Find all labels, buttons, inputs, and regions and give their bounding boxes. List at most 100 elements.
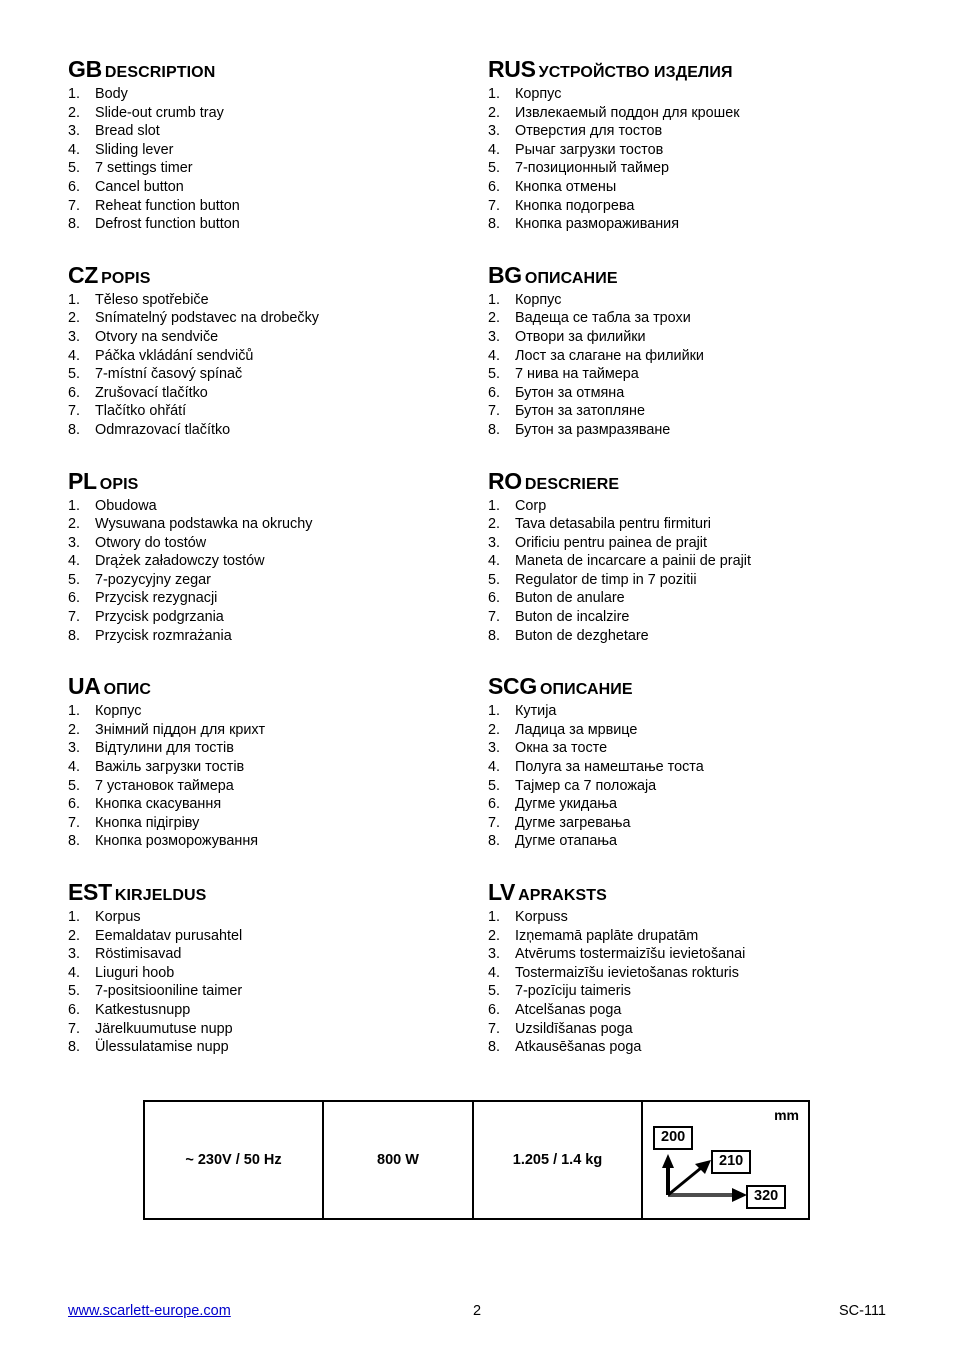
section-title: ОПИСАНИЕ	[539, 681, 633, 699]
list-item-number: 4.	[488, 141, 501, 158]
list-item: 3. Bread slot	[68, 122, 488, 141]
list-item-number: 5.	[68, 160, 81, 177]
list-item-number: 6.	[488, 178, 501, 195]
language-code: LV	[488, 879, 516, 905]
list-item-label: Snímatelný podstavec na drobečky	[95, 310, 319, 327]
list-item-label: Кнопка розморожування	[95, 833, 259, 850]
list-item-number: 5.	[488, 160, 501, 177]
parts-list: 1. Obudowa 2. Wysuwana podstawka na okruch…	[68, 497, 488, 646]
list-item-number: 4.	[488, 347, 501, 364]
list-item-number: 8.	[488, 833, 501, 850]
spec-cell-dimensions: mm 200 210 320	[643, 1102, 808, 1218]
list-item-number: 2.	[68, 310, 81, 327]
list-item-label: Полуга за намештање тоста	[515, 759, 704, 776]
list-item-number: 6.	[68, 590, 81, 607]
list-item: 8. Odmrazovací tlačítko	[68, 421, 488, 440]
list-item: 4. Sliding lever	[68, 141, 488, 160]
list-item: 1. Корпус	[68, 702, 488, 721]
list-item: 1. Body	[68, 85, 488, 104]
language-code: BG	[488, 261, 522, 288]
list-item-label: Кнопка подогрева	[515, 197, 635, 214]
list-item: 4. Рычаг загрузки тостов	[488, 141, 908, 160]
list-item-label: Ülessulatamise nupp	[95, 1039, 229, 1056]
model-number: SC-111	[838, 1303, 886, 1319]
list-item-label: Katkestusnupp	[95, 1001, 191, 1018]
list-item-number: 1.	[488, 703, 501, 720]
list-item-number: 8.	[68, 216, 81, 233]
list-item: 2. Ладица за мрвице	[488, 721, 908, 740]
list-item-number: 2.	[68, 721, 81, 738]
list-item: 6. Cancel button	[68, 178, 488, 197]
list-item-label: Obudowa	[95, 497, 157, 514]
list-item-number: 4.	[488, 964, 501, 981]
list-item-number: 7.	[488, 1020, 501, 1037]
page-number: 2	[472, 1303, 482, 1319]
list-item: 5. 7-pozīciju taimeris	[488, 982, 908, 1001]
list-item-label: 7-positsiooniline taimer	[95, 983, 243, 1000]
list-item-number: 7.	[68, 1020, 81, 1037]
list-item: 5. 7-pozycyjny zegar	[68, 571, 488, 590]
dimension-height-value: 200	[653, 1126, 694, 1150]
list-item-number: 7.	[68, 403, 81, 420]
list-item-number: 3.	[488, 946, 501, 963]
language-code: RUS	[488, 56, 536, 82]
list-item-number: 7.	[488, 197, 501, 214]
list-item: 3. Отвори за филийки	[488, 328, 908, 347]
list-item: 4. Maneta de incarcare a painii de prajit	[488, 552, 908, 571]
parts-list: 1. Кутија 2. Ладица за мрвице 3. Окна за то…	[488, 702, 908, 851]
section-heading: PL OPIS	[68, 469, 488, 493]
list-item-label: Atkausēšanas poga	[515, 1039, 642, 1056]
list-item-label: Buton de dezghetare	[515, 627, 649, 644]
list-item-label: Дугме загревања	[515, 814, 631, 831]
list-item-label: Reheat function button	[95, 197, 240, 214]
list-item-label: Tlačítko ohřátí	[95, 403, 187, 420]
language-section-lv: LV APRAKSTS 1. Korpuss 2. Izņemamā paplāte …	[488, 881, 908, 1057]
list-item-label: Кутија	[515, 703, 557, 720]
section-title: DESCRIPTION	[104, 64, 216, 81]
list-item-number: 3.	[68, 534, 81, 551]
list-item: 8. Кнопка розморожування	[68, 832, 488, 851]
list-item: 7. Uzsildīšanas poga	[488, 1020, 908, 1039]
list-item-label: 7-místní časový spínač	[95, 366, 243, 383]
section-title: УСТРОЙСТВО ИЗДЕЛИЯ	[538, 64, 733, 81]
list-item: 7. Buton de incalzire	[488, 608, 908, 627]
list-item: 3. Atvērums tostermaizīšu ievietošanai	[488, 945, 908, 964]
weight-value: 1.205 / 1.4 kg	[512, 1152, 603, 1168]
section-title: ОПИСАНИЕ	[524, 269, 618, 287]
list-item: 5. Regulator de timp in 7 pozitii	[488, 571, 908, 590]
section-title: OPIS	[99, 475, 139, 493]
list-item-label: Przycisk rezygnacji	[95, 590, 218, 607]
list-item: 7. Przycisk podgrzania	[68, 608, 488, 627]
list-item: 6. Buton de anulare	[488, 589, 908, 608]
list-item-number: 6.	[68, 796, 81, 813]
list-item-label: Отвори за филийки	[515, 328, 646, 345]
list-item-label: Slide-out crumb tray	[95, 104, 224, 121]
list-item-label: 7 settings timer	[95, 160, 193, 177]
list-item-number: 1.	[488, 909, 501, 925]
list-item: 5. Тајмер са 7 положаја	[488, 777, 908, 796]
list-item-number: 3.	[68, 946, 81, 963]
list-item-number: 3.	[68, 328, 81, 345]
list-item-label: Uzsildīšanas poga	[515, 1020, 633, 1037]
specifications-table: ~ 230V / 50 Hz 800 W 1.205 / 1.4 kg mm 2…	[143, 1100, 810, 1220]
list-item: 3. Otwory do tostów	[68, 534, 488, 553]
list-item-number: 1.	[68, 291, 81, 308]
list-item-label: Buton de incalzire	[515, 609, 630, 626]
list-item: 1. Корпус	[488, 291, 908, 310]
list-item-label: Defrost function button	[95, 216, 240, 233]
language-section-pl: PL OPIS 1. Obudowa 2. Wysuwana podstawka na…	[68, 469, 488, 646]
list-item: 1. Korpuss	[488, 908, 908, 927]
language-code: UA	[68, 673, 101, 700]
list-item-label: Кнопка отмены	[515, 178, 617, 195]
list-item-label: 7 нива на таймера	[515, 366, 639, 383]
dimensions-diagram: mm 200 210 320	[643, 1102, 808, 1218]
list-item-number: 6.	[488, 384, 501, 401]
list-item: 1. Korpus	[68, 908, 488, 927]
list-item: 2. Tava detasabila pentru firmituri	[488, 515, 908, 534]
list-item-label: Drążek załadowczy tostów	[95, 553, 265, 570]
section-heading: EST KIRJELDUS	[68, 881, 488, 904]
list-item-number: 7.	[488, 814, 501, 831]
parts-list: 1. Корпус 2. Знімний піддон для крихт 3. Ві…	[68, 702, 488, 851]
list-item-number: 6.	[488, 796, 501, 813]
section-title: KIRJELDUS	[114, 887, 207, 904]
